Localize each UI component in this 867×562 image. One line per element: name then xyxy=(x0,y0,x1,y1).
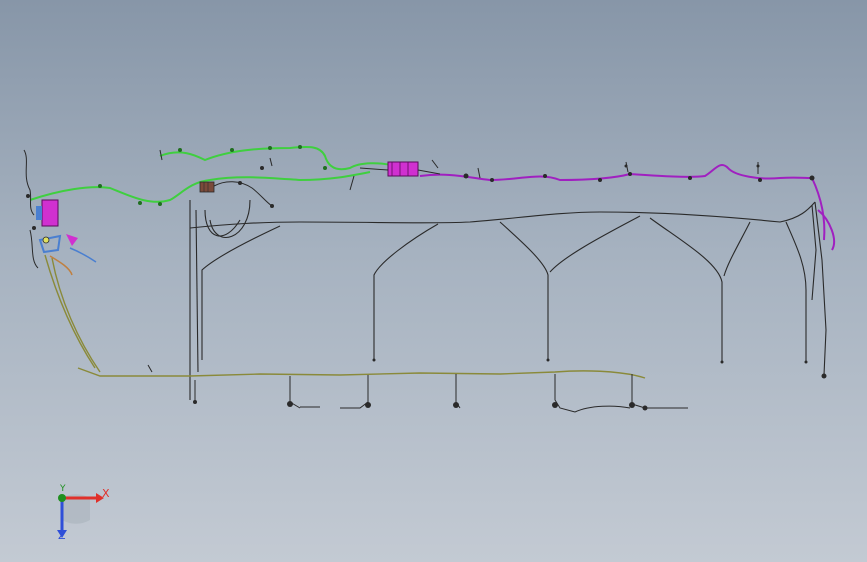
x-axis-label: X xyxy=(102,487,110,500)
bottom-harness xyxy=(44,254,646,379)
green-harness xyxy=(29,146,396,203)
left-control-cluster xyxy=(23,149,97,276)
frame-wires xyxy=(189,199,827,400)
purple-harness-connectors xyxy=(463,164,815,182)
y-axis-label: Y xyxy=(60,484,66,494)
fuse-box xyxy=(199,166,274,208)
cad-viewport[interactable]: X Y Z xyxy=(0,0,867,562)
wire-harness-model[interactable] xyxy=(0,0,867,562)
y-axis-dot xyxy=(58,494,66,502)
short-drops xyxy=(159,149,759,191)
purple-harness xyxy=(419,164,836,251)
bottom-connectors xyxy=(193,358,827,411)
z-axis-label: Z xyxy=(58,529,66,542)
